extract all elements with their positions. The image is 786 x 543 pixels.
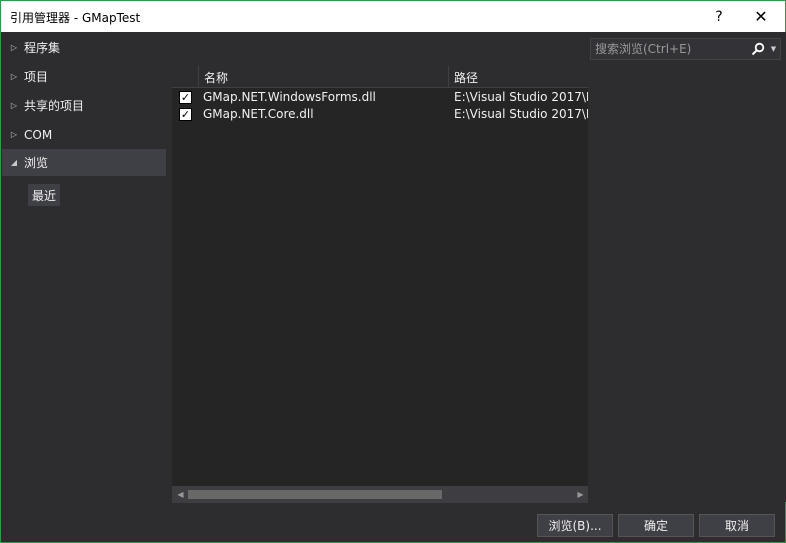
cancel-button[interactable]: 取消	[699, 514, 775, 537]
reference-manager-window: 引用管理器 - GMapTest ? ✕ ▷ 程序集 ▷ 项目 ▷ 共享的项目 …	[0, 0, 786, 543]
nav-item-label: 程序集	[24, 41, 61, 55]
chevron-down-icon[interactable]: ▼	[771, 45, 780, 53]
expand-arrow-icon: ▷	[10, 72, 18, 81]
nav-item-shared-projects[interactable]: ▷ 共享的项目	[2, 92, 166, 119]
ok-button[interactable]: 确定	[618, 514, 694, 537]
help-button[interactable]: ?	[699, 1, 739, 32]
nav-item-label: 浏览	[24, 156, 49, 170]
scrollbar-thumb[interactable]	[188, 490, 442, 499]
window-title: 引用管理器 - GMapTest	[10, 11, 141, 25]
nav-item-browse[interactable]: ◢ 浏览	[2, 149, 166, 176]
close-button[interactable]: ✕	[741, 1, 781, 32]
nav-item-projects[interactable]: ▷ 项目	[2, 63, 166, 90]
expand-arrow-icon: ▷	[10, 130, 18, 139]
nav-item-com[interactable]: ▷ COM	[2, 121, 166, 148]
nav-item-label: COM	[24, 127, 53, 142]
title-bar: 引用管理器 - GMapTest ? ✕	[1, 1, 785, 32]
nav-item-label: 项目	[24, 70, 49, 84]
row-name: GMap.NET.WindowsForms.dll	[203, 90, 376, 104]
search-box: ▼	[590, 38, 781, 60]
nav-item-label: 共享的项目	[24, 99, 85, 113]
row-path: E:\Visual Studio 2017\Pr	[454, 90, 588, 104]
table-row[interactable]: ✓ GMap.NET.WindowsForms.dll E:\Visual St…	[172, 89, 588, 106]
scroll-right-icon[interactable]: ▶	[573, 486, 588, 503]
reference-list: 名称 路径 ✓ GMap.NET.WindowsForms.dll E:\Vis…	[172, 66, 588, 503]
browse-button[interactable]: 浏览(B)...	[537, 514, 613, 537]
column-header-path[interactable]: 路径	[448, 66, 588, 88]
expand-arrow-icon: ▷	[10, 43, 18, 52]
table-row[interactable]: ✓ GMap.NET.Core.dll E:\Visual Studio 201…	[172, 106, 588, 123]
nav-subitem-recent[interactable]: 最近	[28, 184, 61, 206]
row-name: GMap.NET.Core.dll	[203, 107, 314, 121]
expand-arrow-icon: ▷	[10, 101, 18, 110]
details-pane: ▼	[589, 32, 786, 502]
row-checkbox[interactable]: ✓	[179, 91, 192, 104]
horizontal-scrollbar[interactable]: ◀ ▶	[172, 486, 588, 503]
collapse-arrow-icon: ◢	[10, 158, 18, 167]
nav-item-assemblies[interactable]: ▷ 程序集	[2, 34, 166, 61]
search-icon[interactable]	[745, 39, 771, 59]
column-header-name[interactable]: 名称	[198, 66, 448, 88]
scroll-left-icon[interactable]: ◀	[173, 486, 188, 503]
left-navigation: ▷ 程序集 ▷ 项目 ▷ 共享的项目 ▷ COM ◢ 浏览 最近	[2, 32, 166, 502]
row-path: E:\Visual Studio 2017\Pr	[454, 107, 588, 121]
list-header: 名称 路径	[172, 66, 588, 88]
row-checkbox[interactable]: ✓	[179, 108, 192, 121]
search-input[interactable]	[591, 39, 745, 59]
